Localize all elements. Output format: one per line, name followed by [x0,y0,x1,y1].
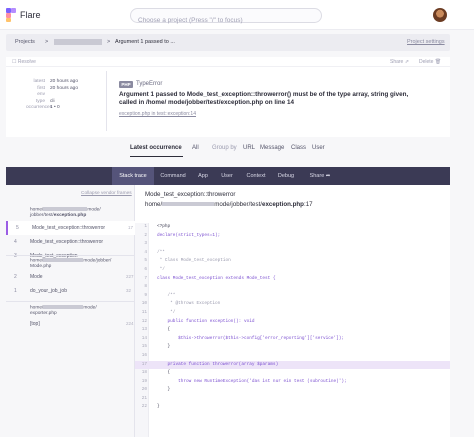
exception-location-link[interactable]: exception.php in test::exception:14 [119,111,196,117]
share-icon: ➦ [325,173,331,179]
exception-message: Argument 1 passed to Mode_test_exception… [119,91,409,107]
project-search-input[interactable] [131,14,321,27]
frame-group: home/mode/ exporter.php [top] 224 [6,301,135,331]
share-button[interactable]: Share ⇗ [390,59,409,65]
group-by-label: Group by [212,145,237,151]
stack-frame[interactable]: 4 Mode_test_exception::throwerror [6,235,135,249]
frame-group-path: jobber/test/exception.php [30,213,87,218]
flare-logo[interactable]: Flare [6,8,41,22]
exception-class: TypeError [136,81,163,87]
tab-debug[interactable]: Debug [274,167,298,185]
project-search[interactable] [130,8,322,27]
active-tab-underline [130,156,183,157]
project-settings-link[interactable]: Project settings [407,39,445,45]
tab-stack-trace[interactable]: Stack trace [112,167,154,185]
stack-frame[interactable]: 2 Mode 227 [6,270,135,284]
flare-logo-icon [6,8,16,22]
code-panel: Mode_test_exception::throwerror home/mod… [135,185,450,437]
tab-group-class[interactable]: Class [291,145,306,151]
breadcrumb-separator: > [107,39,111,45]
delete-button[interactable]: Delete 🗑 [419,59,441,65]
tab-latest-occurrence[interactable]: Latest occurrence [130,145,182,151]
breadcrumb: Projects > > Argument 1 passed to ... Pr… [6,34,450,51]
tab-group-url[interactable]: URL [243,145,255,151]
error-card-toolbar: ☐ Resolve Share ⇗ Delete 🗑 [6,57,450,67]
tab-app[interactable]: App [193,167,213,185]
tab-share[interactable]: Share ➦ [306,167,334,185]
stack-frame[interactable]: 5 Mode_test_exception::throwerror 17 [6,221,135,235]
tab-group-message[interactable]: Message [260,145,284,151]
error-card: ☐ Resolve Share ⇗ Delete 🗑 latest 20 hour… [6,57,450,137]
stack-frame[interactable]: [top] 224 [6,317,135,331]
frame-group: home/mode/jobber/ Mode.php 2 Mode 227 1 … [6,255,135,300]
language-badge: PHP [119,81,133,88]
tab-context[interactable]: Context [242,167,270,185]
stack-frames-panel: Collapse vendor frames home/mode/ jobber… [6,185,135,437]
resolve-button[interactable]: ☐ Resolve [12,59,36,65]
tab-group-user[interactable]: User [312,145,325,151]
tab-user[interactable]: User [216,167,238,185]
app-name: Flare [20,10,41,20]
breadcrumb-separator: > [45,39,49,45]
top-bar: Flare [0,0,474,30]
breadcrumb-project-redacted[interactable] [54,39,102,45]
breadcrumb-current: Argument 1 passed to ... [115,39,175,45]
stack-frame[interactable]: 1 do_your_job_job 32 [6,284,135,298]
detail-tabs: Stack trace Command App User Context Deb… [6,167,450,185]
error-meta: latest 20 hours ago first 20 hours ago env… [26,79,96,112]
code-frame-title: Mode_test_exception::throwerror [145,191,236,198]
tab-command[interactable]: Command [156,167,190,185]
code-file-path[interactable]: home/mode/jobber/test/exception.php:17 [145,201,313,208]
line-number-gutter [135,223,149,437]
breadcrumb-projects[interactable]: Projects [15,39,35,45]
meta-row: occurrences 1 • 0 [26,105,60,110]
tab-all[interactable]: All [192,145,199,151]
divider [106,71,107,131]
collapse-vendor-frames-link[interactable]: Collapse vendor frames [81,191,132,196]
avatar[interactable] [433,8,447,22]
